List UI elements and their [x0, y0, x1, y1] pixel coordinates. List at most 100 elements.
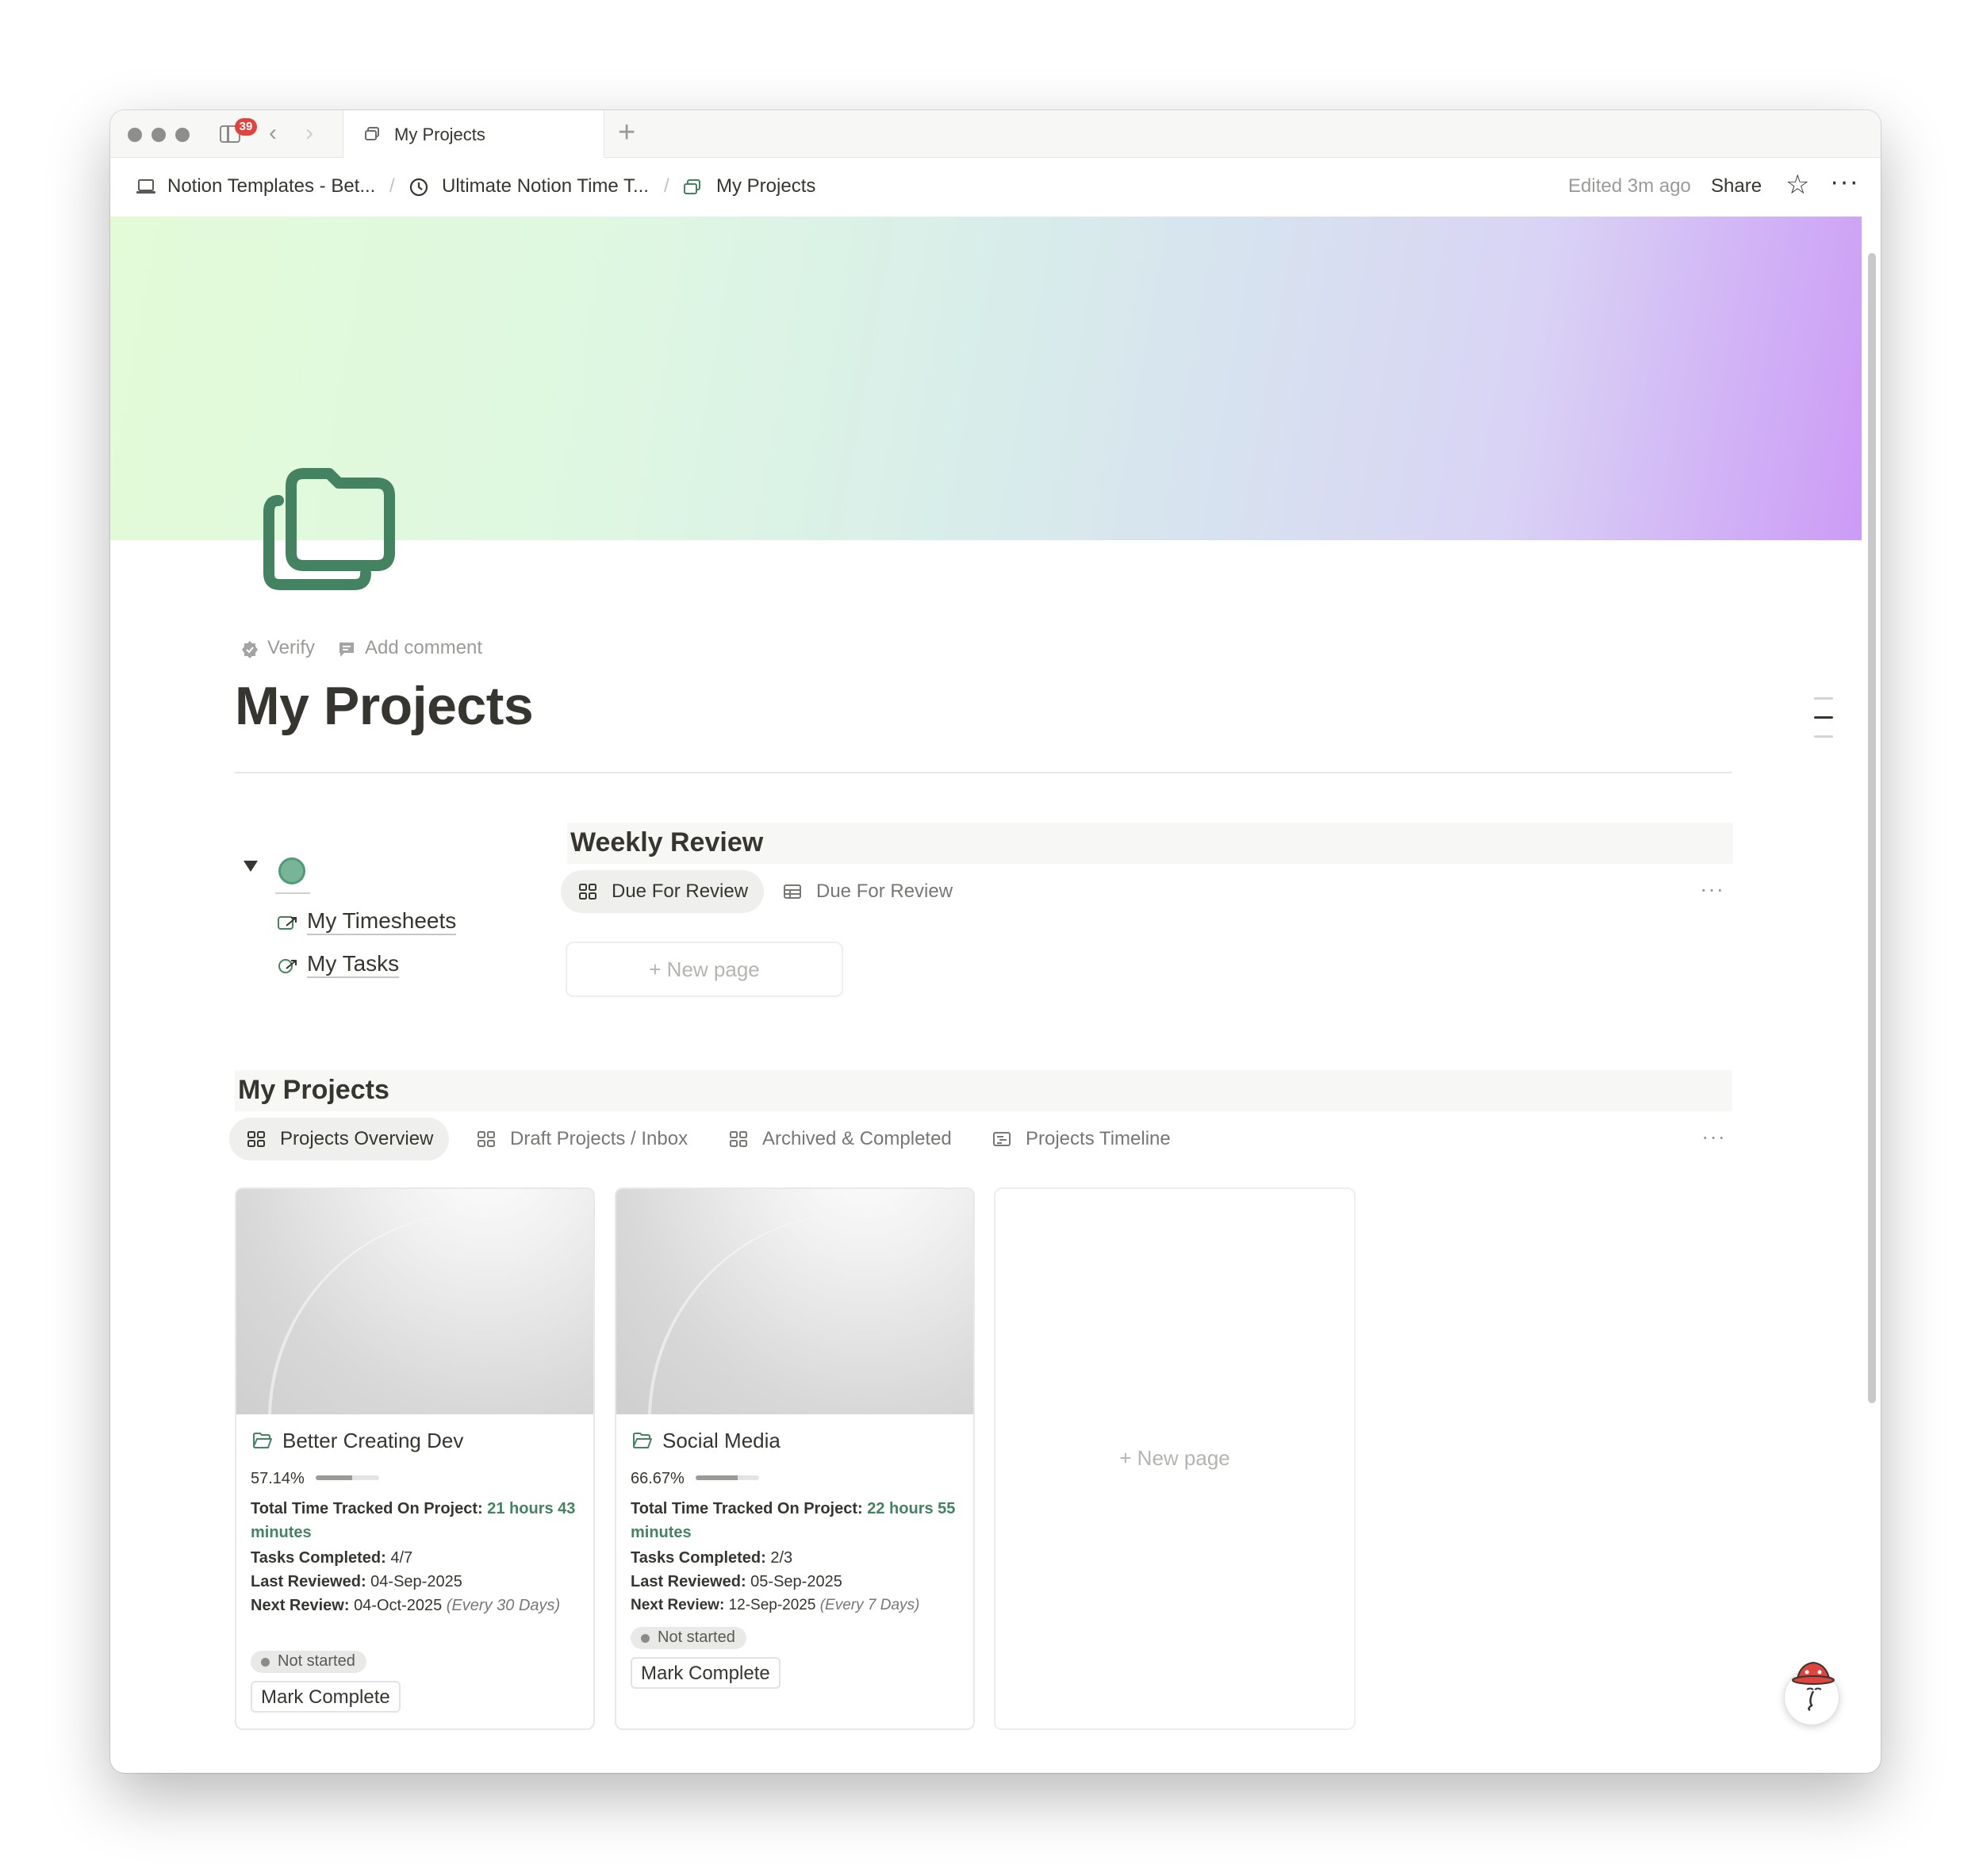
project-card[interactable]: Social Media 66.67% Total Time Tracked O… — [615, 1187, 975, 1730]
divider — [235, 772, 1732, 773]
tab-bar: 39 ‹ › My Projects + — [110, 110, 1881, 158]
comment-icon — [339, 643, 354, 657]
view-tab-label: Archived & Completed — [762, 1128, 952, 1149]
progress-fill — [316, 1475, 352, 1480]
breadcrumb-item-my-projects[interactable]: My Projects — [716, 175, 815, 198]
table-of-contents-icon[interactable] — [1814, 697, 1833, 754]
page-title[interactable]: My Projects — [235, 675, 534, 737]
next-review-property: Next Review: 12-Sep-2025 (Every 7 Days) — [631, 1597, 920, 1613]
breadcrumb-item-time-tracker[interactable]: Ultimate Notion Time T... — [442, 175, 649, 198]
view-tab-label: Due For Review — [612, 880, 749, 902]
linked-page-icon — [278, 916, 297, 930]
favorite-star-icon[interactable]: ☆ — [1785, 169, 1809, 201]
zoom-window-button[interactable] — [175, 128, 190, 142]
tab-label: My Projects — [394, 125, 485, 144]
green-circle-icon — [278, 857, 305, 884]
view-tab-draft-projects[interactable]: Draft Projects / Inbox — [459, 1118, 704, 1161]
view-tab-projects-overview[interactable]: Projects Overview — [229, 1118, 450, 1161]
back-arrow-icon[interactable]: ‹ — [269, 120, 277, 147]
card-cover-image — [616, 1189, 973, 1414]
tasks-completed-property: Tasks Completed: 4/7 — [251, 1549, 413, 1567]
folders-icon — [365, 127, 379, 140]
last-reviewed-property: Last Reviewed: 05-Sep-2025 — [631, 1573, 842, 1590]
new-page-label: New page — [1137, 1446, 1230, 1470]
link-my-timesheets[interactable]: My Timesheets — [277, 908, 457, 935]
edited-timestamp: Edited 3m ago — [1568, 175, 1691, 197]
notification-badge: 39 — [235, 118, 257, 136]
link-label: My Timesheets — [307, 908, 457, 935]
timeline-icon — [993, 1132, 1011, 1146]
projects-more-icon[interactable]: ··· — [1701, 1124, 1726, 1149]
linked-page-icon — [278, 959, 297, 973]
status-badge[interactable]: Not started — [251, 1651, 366, 1673]
plus-icon: + — [1119, 1446, 1137, 1470]
last-reviewed-property: Last Reviewed: 04-Sep-2025 — [251, 1573, 462, 1590]
new-page-label: New page — [666, 957, 760, 981]
close-window-button[interactable] — [128, 128, 142, 142]
tab-my-projects[interactable]: My Projects — [343, 110, 604, 158]
projects-new-page-card[interactable]: + New page — [994, 1187, 1356, 1730]
card-cover-image — [236, 1189, 593, 1414]
app-window: 39 ‹ › My Projects + Notion Templates - … — [110, 110, 1881, 1773]
laptop-icon — [136, 179, 155, 194]
progress-bar — [316, 1475, 379, 1480]
share-button[interactable]: Share — [1711, 175, 1762, 198]
gallery-icon — [730, 1131, 747, 1147]
view-tab-projects-timeline[interactable]: Projects Timeline — [975, 1118, 1187, 1161]
folders-icon — [684, 179, 700, 194]
top-bar: Notion Templates - Bet... / Ultimate Not… — [110, 158, 1881, 217]
help-assistant-button[interactable] — [1784, 1661, 1839, 1725]
tasks-completed-property: Tasks Completed: 2/3 — [631, 1549, 793, 1567]
clock-icon — [409, 178, 428, 197]
view-tab-label: Draft Projects / Inbox — [510, 1128, 688, 1149]
card-title: Social Media — [662, 1429, 781, 1452]
breadcrumb-separator: / — [664, 175, 669, 197]
projects-header: My Projects — [235, 1070, 1732, 1111]
breadcrumb-separator: / — [389, 175, 395, 197]
link-my-tasks[interactable]: My Tasks — [277, 951, 400, 978]
projects-db-title[interactable]: My Projects — [238, 1075, 389, 1106]
breadcrumb-item-templates[interactable]: Notion Templates - Bet... — [167, 175, 375, 198]
gallery-icon — [247, 1131, 265, 1147]
progress-bar — [696, 1475, 759, 1480]
status-badge[interactable]: Not started — [631, 1627, 746, 1649]
view-tab-archived-completed[interactable]: Archived & Completed — [712, 1118, 968, 1161]
more-options-icon[interactable]: ··· — [1830, 166, 1859, 198]
folder-icon — [633, 1433, 652, 1448]
view-tab-label: Projects Overview — [280, 1128, 434, 1149]
next-review-property: Next Review: 04-Oct-2025 (Every 30 Days) — [251, 1597, 561, 1614]
progress-percent: 57.14% — [251, 1470, 305, 1487]
scrollbar[interactable] — [1868, 253, 1876, 1403]
verify-badge-icon — [242, 641, 258, 658]
notion-ai-face-icon — [1792, 1661, 1835, 1712]
folder-icon — [253, 1433, 272, 1448]
time-tracked-property: Total Time Tracked On Project: 21 hours … — [251, 1500, 576, 1541]
weekly-review-new-page-button[interactable]: + New page — [566, 942, 843, 997]
add-comment-button[interactable]: Add comment — [365, 637, 482, 659]
toggle-arrow-icon[interactable] — [244, 861, 258, 872]
new-tab-button[interactable]: + — [618, 117, 635, 148]
progress-percent: 66.67% — [631, 1470, 685, 1487]
minimize-window-button[interactable] — [152, 128, 166, 142]
view-tab-label: Due For Review — [816, 880, 953, 902]
weekly-review-title[interactable]: Weekly Review — [570, 827, 763, 858]
gallery-icon — [579, 884, 596, 900]
link-label: My Tasks — [307, 951, 400, 978]
weekly-review-header: Weekly Review — [567, 823, 1733, 864]
view-tab-label: Projects Timeline — [1026, 1128, 1171, 1149]
view-tab-due-for-review-table[interactable]: Due For Review — [765, 870, 968, 913]
card-title: Better Creating Dev — [282, 1429, 464, 1452]
gallery-icon — [478, 1131, 495, 1147]
time-tracked-property: Total Time Tracked On Project: 22 hours … — [631, 1500, 956, 1541]
verify-button[interactable]: Verify — [267, 637, 315, 659]
folders-icon[interactable] — [261, 466, 396, 594]
view-tab-due-for-review-gallery[interactable]: Due For Review — [561, 870, 765, 913]
mark-complete-button[interactable]: Mark Complete — [251, 1681, 401, 1713]
progress-fill — [696, 1475, 738, 1480]
forward-arrow-icon[interactable]: › — [305, 120, 313, 147]
table-icon — [784, 884, 801, 899]
plus-icon: + — [649, 957, 667, 981]
weekly-review-more-icon[interactable]: ··· — [1700, 877, 1724, 902]
project-card[interactable]: Better Creating Dev 57.14% Total Time Tr… — [235, 1187, 595, 1730]
mark-complete-button[interactable]: Mark Complete — [631, 1657, 781, 1689]
